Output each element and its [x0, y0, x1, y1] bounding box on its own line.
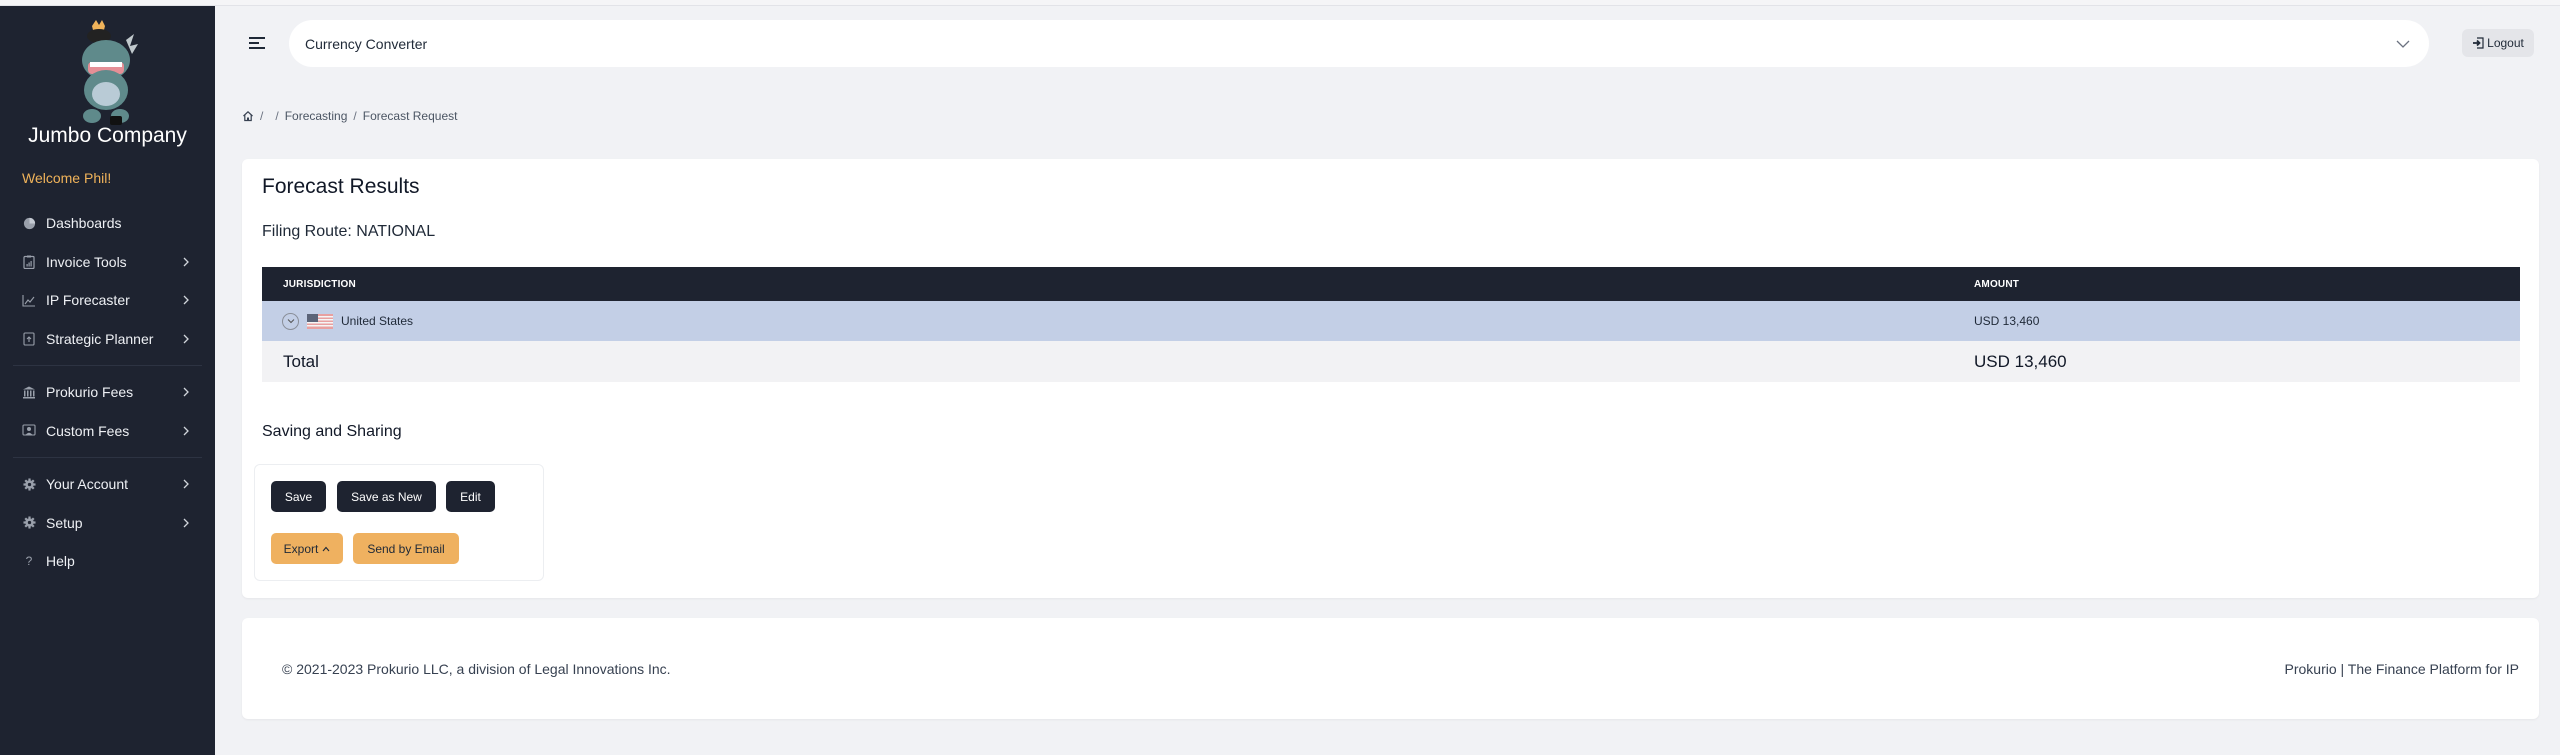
breadcrumb: / / Forecasting / Forecast Request — [242, 109, 457, 123]
invoice-icon — [22, 255, 36, 269]
footer-tagline: Prokurio | The Finance Platform for IP — [2284, 660, 2519, 677]
sidebar: Jumbo Company Welcome Phil! Dashboards I… — [0, 6, 215, 755]
forecast-results-card: Forecast Results Filing Route: NATIONAL … — [242, 159, 2539, 598]
expand-row-button[interactable] — [282, 312, 299, 330]
sidebar-item-label: Invoice Tools — [46, 253, 127, 270]
chevron-up-icon — [322, 546, 330, 551]
sidebar-item-label: IP Forecaster — [46, 292, 130, 309]
sidebar-item-label: Help — [46, 553, 75, 570]
chevron-down-icon — [287, 319, 294, 324]
sidebar-item-label: Prokurio Fees — [46, 384, 134, 401]
filing-route: Filing Route: NATIONAL — [262, 223, 436, 240]
total-label: Total — [283, 351, 319, 371]
bank-icon — [22, 385, 36, 399]
chevron-right-icon — [183, 257, 189, 267]
sidebar-item-help[interactable]: ? Help — [0, 542, 215, 581]
question-icon: ? — [25, 554, 33, 569]
column-header-amount: AMOUNT — [1974, 278, 2020, 290]
sidebar-item-label: Strategic Planner — [46, 330, 154, 347]
sidebar-nav: Dashboards Invoice Tools IP Forecaster S… — [0, 204, 215, 581]
breadcrumb-item-forecast-request: Forecast Request — [362, 109, 458, 123]
company-name: Jumbo Company — [28, 124, 187, 147]
save-as-new-button[interactable]: Save as New — [337, 481, 436, 512]
sidebar-item-strategic-planner[interactable]: Strategic Planner — [0, 320, 215, 359]
sidebar-item-ip-forecaster[interactable]: IP Forecaster — [0, 281, 215, 320]
logout-icon — [2473, 37, 2484, 49]
sidebar-item-your-account[interactable]: Your Account — [0, 465, 215, 504]
sidebar-item-prokurio-fees[interactable]: Prokurio Fees — [0, 373, 215, 412]
edit-button[interactable]: Edit — [446, 481, 495, 512]
footer: © 2021-2023 Prokurio LLC, a division of … — [242, 618, 2539, 719]
export-button[interactable]: Export — [271, 533, 343, 564]
breadcrumb-item-forecasting[interactable]: Forecasting — [285, 109, 348, 123]
gear-icon — [22, 516, 36, 530]
tool-search-value: Currency Converter — [305, 35, 428, 52]
saving-sharing-panel: Save Save as New Edit Export Send by Ema… — [254, 464, 544, 581]
logout-button[interactable]: Logout — [2462, 29, 2534, 57]
breadcrumb-separator: / — [353, 109, 357, 123]
chevron-down-icon — [2396, 40, 2410, 48]
total-amount: USD 13,460 — [1974, 351, 2067, 371]
home-icon[interactable] — [242, 110, 254, 122]
chevron-right-icon — [183, 295, 189, 305]
top-strip — [0, 0, 2560, 6]
breadcrumb-separator: / — [260, 109, 264, 123]
chevron-right-icon — [183, 426, 189, 436]
user-card-icon — [22, 424, 36, 438]
tool-search-select[interactable]: Currency Converter — [289, 20, 2429, 67]
table-row[interactable]: United States USD 13,460 — [262, 301, 2520, 341]
trend-chart-icon — [22, 293, 36, 307]
sidebar-item-setup[interactable]: Setup — [0, 504, 215, 543]
welcome-message: Welcome Phil! — [22, 170, 112, 186]
chevron-right-icon — [183, 334, 189, 344]
gear-icon — [22, 477, 36, 491]
jurisdiction-name: United States — [341, 314, 414, 328]
table-total-row: Total USD 13,460 — [262, 341, 2520, 382]
sidebar-item-label: Custom Fees — [46, 422, 130, 439]
export-label: Export — [283, 541, 319, 556]
nav-divider — [13, 365, 202, 366]
send-by-email-button[interactable]: Send by Email — [353, 533, 459, 564]
pie-chart-icon — [22, 216, 36, 230]
jurisdiction-amount: USD 13,460 — [1974, 314, 2040, 328]
us-flag-icon — [307, 313, 333, 329]
saving-sharing-title: Saving and Sharing — [262, 423, 402, 440]
sidebar-item-custom-fees[interactable]: Custom Fees — [0, 412, 215, 451]
chevron-right-icon — [183, 479, 189, 489]
sidebar-item-label: Your Account — [46, 476, 128, 493]
sidebar-item-label: Dashboards — [46, 215, 122, 232]
breadcrumb-separator: / — [275, 109, 279, 123]
hamburger-icon — [249, 37, 265, 49]
menu-toggle-button[interactable] — [248, 34, 268, 52]
column-header-jurisdiction: JURISDICTION — [283, 278, 356, 290]
chevron-right-icon — [183, 518, 189, 528]
nav-divider — [13, 457, 202, 458]
results-table: JURISDICTION AMOUNT United States USD 13… — [262, 267, 2520, 382]
sidebar-item-invoice-tools[interactable]: Invoice Tools — [0, 243, 215, 282]
planner-icon — [22, 332, 36, 346]
chevron-right-icon — [183, 387, 189, 397]
copyright-text: © 2021-2023 Prokurio LLC, a division of … — [282, 660, 671, 677]
company-logo — [82, 20, 138, 125]
sidebar-item-label: Setup — [46, 514, 83, 531]
sidebar-item-dashboards[interactable]: Dashboards — [0, 204, 215, 243]
table-header: JURISDICTION AMOUNT — [262, 267, 2520, 301]
save-button[interactable]: Save — [271, 481, 326, 512]
page-title: Forecast Results — [262, 175, 420, 198]
logout-label: Logout — [2487, 36, 2524, 50]
